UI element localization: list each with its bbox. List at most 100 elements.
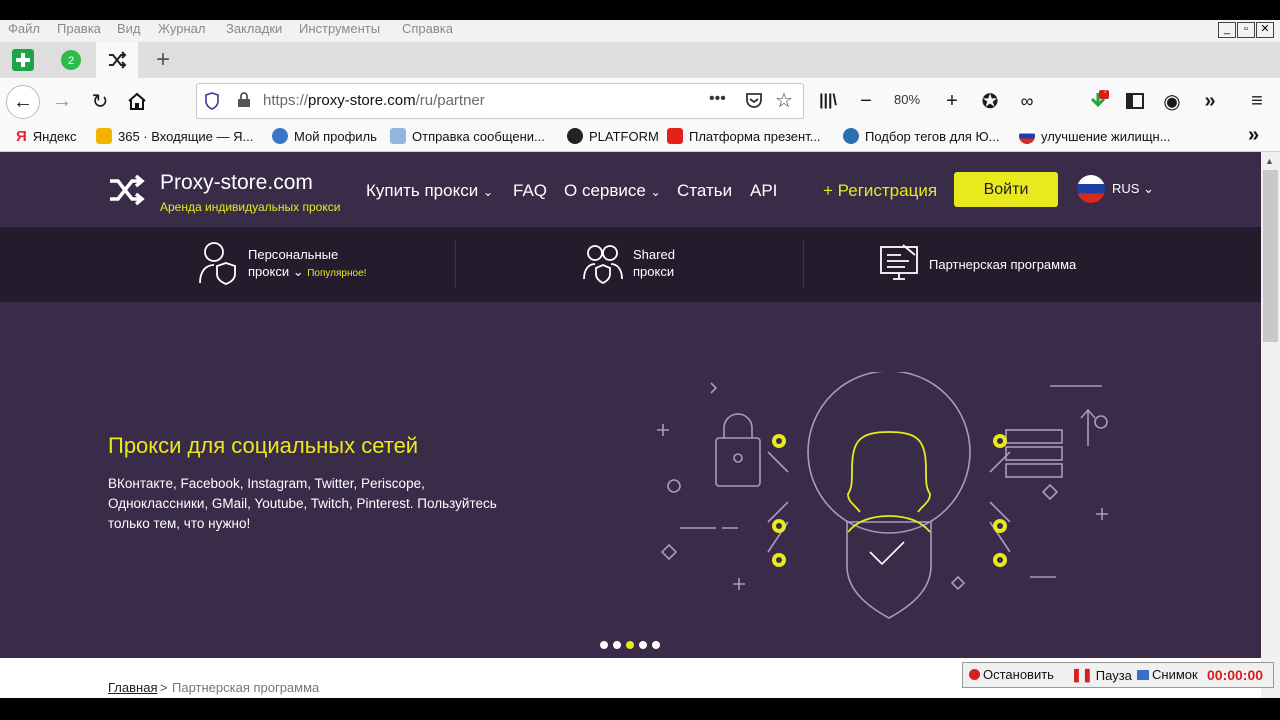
- nav-buy-proxy[interactable]: Купить прокси ⌄: [366, 181, 493, 201]
- svg-text:2: 2: [68, 55, 74, 67]
- subnav-partner-label: Партнерская программа: [929, 257, 1077, 272]
- home-icon: [128, 92, 146, 110]
- bookmark-housing[interactable]: улучшение жилищн...: [1019, 128, 1171, 144]
- bookmark-tags[interactable]: Подбор тегов для Ю...: [843, 128, 999, 144]
- pause-icon: ❚❚: [1071, 667, 1093, 682]
- sidebar-icon: [1126, 93, 1144, 109]
- green-plus-icon: [12, 49, 34, 71]
- recorder-pause-button[interactable]: ❚❚ Пауза: [1071, 667, 1132, 683]
- envelope-icon: [390, 128, 406, 144]
- menu-history[interactable]: Журнал: [158, 21, 205, 36]
- url-text: https://proxy-store.com/ru/partner: [263, 92, 485, 109]
- tab-active[interactable]: [96, 42, 138, 78]
- menu-bookmarks[interactable]: Закладки: [226, 21, 282, 36]
- home-button[interactable]: [122, 86, 152, 116]
- restore-button[interactable]: ▫: [1237, 22, 1255, 38]
- zoom-in-button[interactable]: +: [937, 86, 967, 116]
- slider-dot[interactable]: [652, 641, 660, 649]
- nav-faq[interactable]: FAQ: [513, 181, 547, 201]
- page-scrollbar[interactable]: ▲: [1261, 152, 1280, 698]
- menu-view[interactable]: Вид: [117, 21, 141, 36]
- lock-icon: [238, 92, 250, 107]
- breadcrumb-separator: >: [160, 680, 168, 695]
- nav-articles[interactable]: Статьи: [677, 181, 732, 201]
- language-select[interactable]: RUS ⌄: [1112, 181, 1154, 197]
- extension-button[interactable]: ✪: [975, 86, 1005, 116]
- bookmark-yandex[interactable]: Я Яндекс: [16, 128, 77, 145]
- recorder-stop-button[interactable]: Остановить: [969, 667, 1054, 682]
- russia-flag-icon[interactable]: [1077, 175, 1105, 203]
- person-shield-icon: [199, 242, 236, 285]
- zoom-level[interactable]: 80%: [894, 92, 920, 107]
- slider-dot[interactable]: [600, 641, 608, 649]
- bookmark-youtube[interactable]: Платформа презент...: [667, 128, 821, 144]
- scroll-up-icon[interactable]: ▲: [1265, 156, 1274, 166]
- scrollbar-thumb[interactable]: [1263, 170, 1278, 342]
- reload-button[interactable]: ↻: [85, 86, 115, 116]
- chevron-down-icon: ⌄: [1143, 181, 1154, 196]
- tab-pinned-2[interactable]: 2: [50, 42, 92, 78]
- tab-pinned-1[interactable]: [2, 42, 44, 78]
- people-shield-icon: [583, 245, 623, 285]
- star-icon[interactable]: ☆: [775, 88, 793, 113]
- subnav-personal-label: Персональные: [248, 247, 339, 262]
- nav-about[interactable]: О сервисе ⌄: [564, 181, 661, 201]
- private-button[interactable]: ∞: [1012, 86, 1042, 116]
- sidebar-button[interactable]: [1120, 86, 1150, 116]
- slider-dots: [600, 641, 660, 649]
- breadcrumb-home[interactable]: Главная: [108, 680, 157, 695]
- menu-edit[interactable]: Правка: [57, 21, 101, 36]
- logo-shuffle-icon[interactable]: [108, 174, 146, 206]
- logo-subtitle: Аренда индивидуальных прокси: [160, 200, 341, 214]
- whatsapp-icon: 2: [61, 50, 81, 70]
- slider-dot[interactable]: [613, 641, 621, 649]
- recorder-timer: 00:00:00: [1207, 667, 1264, 683]
- page-actions-icon[interactable]: •••: [709, 90, 726, 108]
- slider-dot-active[interactable]: [626, 641, 634, 649]
- product-subnav: Персональные прокси ⌄ Популярное! Shared…: [0, 227, 1261, 302]
- back-button[interactable]: ←: [6, 85, 40, 119]
- monitor-icon: [880, 244, 918, 280]
- bookmark-profile[interactable]: Мой профиль: [272, 128, 377, 144]
- russia-flag-icon: [1019, 128, 1035, 144]
- minimize-button[interactable]: _: [1218, 22, 1236, 38]
- account-button[interactable]: ◉: [1157, 86, 1187, 116]
- new-tab-button[interactable]: +: [142, 42, 184, 78]
- forward-button[interactable]: →: [47, 86, 77, 116]
- url-bar[interactable]: https://proxy-store.com/ru/partner ••• ☆: [196, 83, 804, 119]
- plus-icon: +: [946, 89, 958, 112]
- main-menu-button[interactable]: ≡: [1242, 86, 1272, 116]
- bookmarks-overflow-icon[interactable]: »: [1248, 124, 1259, 147]
- bookmark-platform[interactable]: PLATFORM: [567, 128, 659, 144]
- web-page: Proxy-store.com Аренда индивидуальных пр…: [0, 152, 1261, 698]
- recorder-snapshot-button[interactable]: Снимок: [1137, 667, 1198, 682]
- bookmark-send[interactable]: Отправка сообщени...: [390, 128, 545, 144]
- slider-dot[interactable]: [639, 641, 647, 649]
- navigation-bar: ← → ↻ https://proxy-store.com/ru/partner…: [0, 78, 1280, 124]
- zoom-out-button[interactable]: −: [851, 86, 881, 116]
- subnav-personal-label-2: прокси ⌄ Популярное!: [248, 264, 367, 279]
- register-link[interactable]: + Регистрация: [823, 181, 937, 201]
- mail-icon: [96, 128, 112, 144]
- divider: [455, 240, 456, 288]
- subnav-shared-label: Shared: [633, 247, 675, 262]
- login-button[interactable]: Войти: [954, 172, 1058, 207]
- logo-title[interactable]: Proxy-store.com: [160, 171, 313, 195]
- camera-icon: [1137, 669, 1149, 680]
- menu-bar: Файл Правка Вид Журнал Закладки Инструме…: [0, 20, 1280, 42]
- chevron-down-icon: ⌄: [650, 185, 661, 199]
- bookmark-mail[interactable]: 365 · Входящие — Я...: [96, 128, 253, 144]
- pocket-icon[interactable]: [745, 92, 763, 109]
- library-button[interactable]: |||\: [813, 86, 843, 116]
- subnav-shared-label-2: прокси: [633, 264, 675, 279]
- yandex-icon: Я: [16, 128, 27, 145]
- downloads-button[interactable]: ?: [1083, 86, 1113, 116]
- bulb-icon: [843, 128, 859, 144]
- menu-help[interactable]: Справка: [402, 21, 453, 36]
- nav-api[interactable]: API: [750, 181, 777, 201]
- menu-tools[interactable]: Инструменты: [299, 21, 380, 36]
- menu-file[interactable]: Файл: [8, 21, 40, 36]
- shield-icon: [205, 92, 219, 110]
- overflow-button[interactable]: »: [1195, 86, 1225, 116]
- close-button[interactable]: ✕: [1256, 22, 1274, 38]
